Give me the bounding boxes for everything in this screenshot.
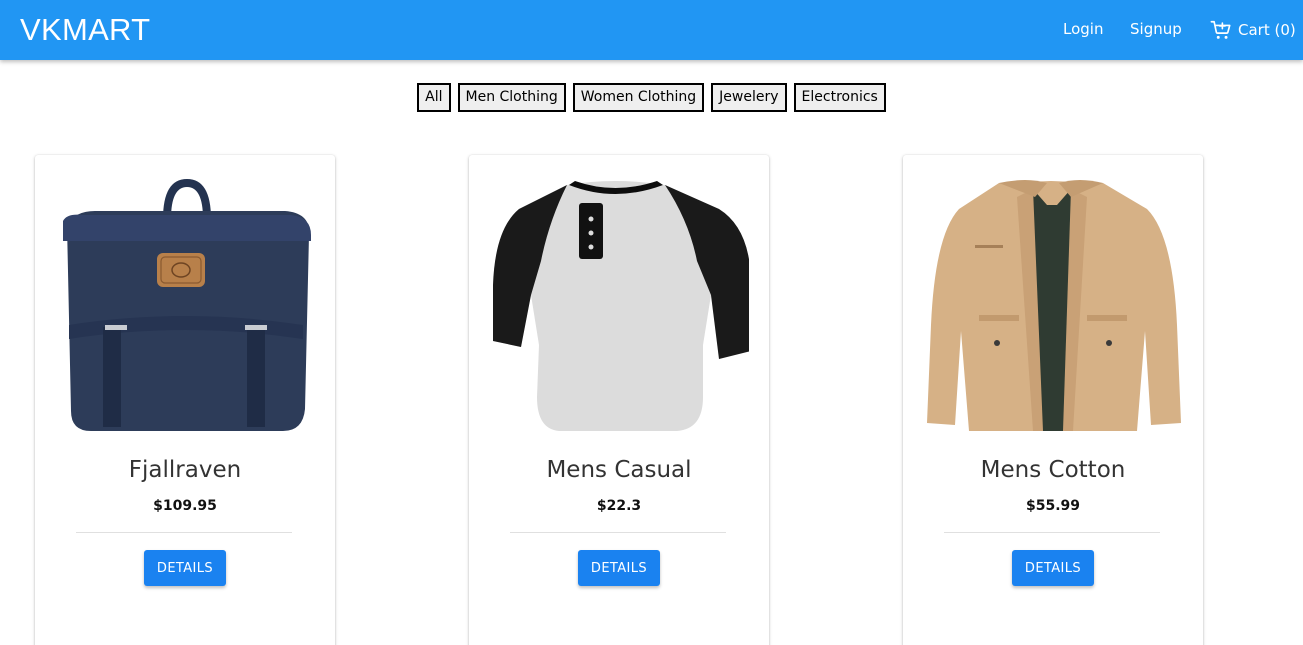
filter-jewelery-button[interactable]: Jewelery (711, 83, 787, 112)
product-price: $109.95 (153, 498, 217, 514)
cart-icon (1210, 20, 1231, 39)
signup-link[interactable]: Signup (1130, 19, 1182, 39)
product-title: Mens Cotton (980, 457, 1126, 483)
product-image-shirt[interactable] (489, 175, 749, 435)
product-title: Fjallraven (128, 457, 242, 483)
details-button[interactable]: DETAILS (144, 550, 226, 586)
card-divider (944, 532, 1160, 533)
product-price: $22.3 (596, 498, 642, 514)
category-filters: All Men Clothing Women Clothing Jewelery… (0, 83, 1303, 112)
product-card: Mens Cotton $55.99 DETAILS (903, 155, 1203, 645)
filter-electronics-button[interactable]: Electronics (793, 83, 886, 112)
login-link[interactable]: Login (1063, 19, 1103, 39)
cart-label: Cart (0) (1238, 21, 1296, 39)
filter-men-clothing-button[interactable]: Men Clothing (457, 83, 566, 112)
app-bar: VKMART Login Signup Cart (0) (0, 0, 1303, 60)
details-button[interactable]: DETAILS (578, 550, 660, 586)
brand-logo[interactable]: VKMART (20, 10, 150, 50)
card-divider (76, 532, 292, 533)
product-title: Mens Casual (546, 457, 692, 483)
product-card: Mens Casual $22.3 DETAILS (469, 155, 769, 645)
details-button[interactable]: DETAILS (1012, 550, 1094, 586)
product-card: Fjallraven $109.95 DETAILS (35, 155, 335, 645)
filter-women-clothing-button[interactable]: Women Clothing (572, 83, 705, 112)
cart-link[interactable]: Cart (0) (1210, 19, 1296, 41)
product-image-jacket[interactable] (923, 175, 1183, 435)
product-image-backpack[interactable] (55, 175, 315, 435)
product-price: $55.99 (1025, 498, 1081, 514)
filter-all-button[interactable]: All (417, 83, 451, 112)
card-divider (510, 532, 726, 533)
